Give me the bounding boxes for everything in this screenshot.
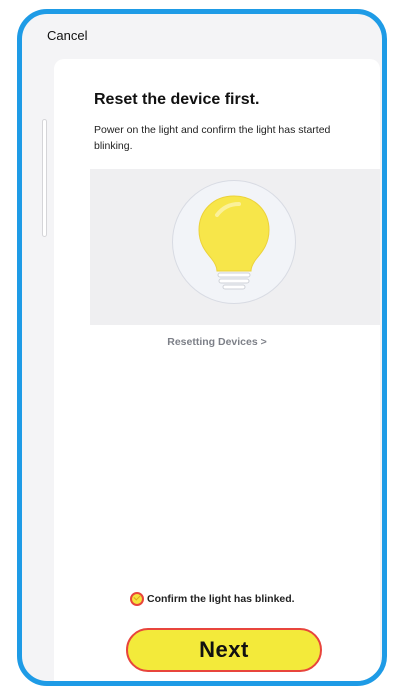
confirm-label: Confirm the light has blinked. [147, 593, 295, 605]
bulb-base-ring-3 [222, 284, 246, 290]
content-card: Reset the device first. Power on the lig… [54, 59, 380, 681]
device-frame: Cancel Reset the device first. Power on … [17, 9, 387, 686]
resetting-devices-link[interactable]: Resetting Devices > [54, 336, 380, 348]
lightbulb-icon [198, 195, 270, 290]
bulb-base-ring-1 [217, 272, 251, 278]
illustration-panel [90, 169, 380, 325]
confirm-blink-row[interactable]: Confirm the light has blinked. [130, 592, 295, 606]
cancel-button[interactable]: Cancel [47, 28, 87, 43]
bulb-base-ring-2 [218, 278, 250, 284]
confirm-checkbox[interactable] [130, 592, 144, 606]
page-description: Power on the light and confirm the light… [94, 124, 331, 152]
page-title: Reset the device first. [94, 91, 260, 108]
bulb-circle [172, 180, 296, 304]
scroll-indicator[interactable] [42, 119, 47, 237]
bulb-glass [198, 195, 270, 272]
next-button[interactable]: Next [126, 628, 322, 672]
check-icon [133, 593, 141, 601]
